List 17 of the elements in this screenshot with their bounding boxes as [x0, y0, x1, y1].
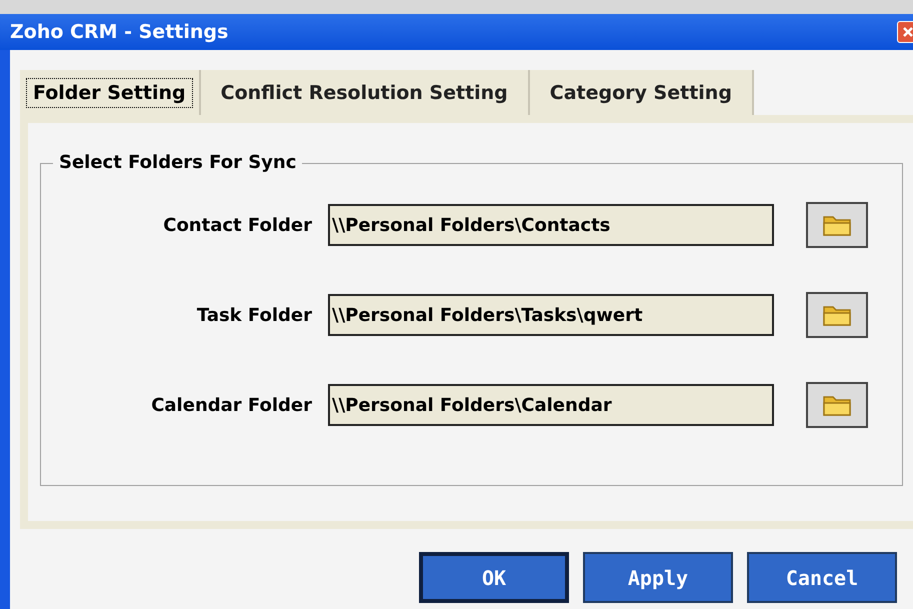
tab[interactable]: Conflict Resolution Setting [200, 70, 530, 115]
folder-path-field[interactable]: \\Personal Folders\Calendar [328, 384, 774, 426]
dialog-button[interactable]: Apply [583, 552, 733, 603]
tab[interactable]: Folder Setting [20, 70, 201, 115]
folder-path-field[interactable]: \\Personal Folders\Contacts [328, 204, 774, 246]
folder-path-field[interactable]: \\Personal Folders\Tasks\qwert [328, 294, 774, 336]
dialog-button[interactable]: OK [419, 552, 569, 603]
browse-button[interactable] [806, 292, 868, 338]
field-label: Calendar Folder [150, 394, 313, 418]
browse-button[interactable] [806, 202, 868, 248]
window-title: Zoho CRM - Settings [10, 20, 228, 45]
browse-button[interactable] [806, 382, 868, 428]
dialog-button[interactable]: Cancel [747, 552, 897, 603]
close-icon[interactable] [897, 21, 913, 43]
field-label: Task Folder [196, 304, 313, 328]
field-label: Contact Folder [162, 214, 313, 238]
tab[interactable]: Category Setting [530, 70, 754, 115]
